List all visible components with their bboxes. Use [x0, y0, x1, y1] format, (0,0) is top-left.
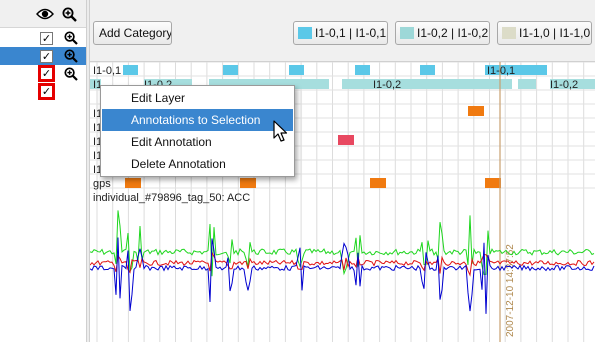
visibility-checkbox[interactable]: ✓	[40, 50, 53, 63]
label-button-i1-0-1[interactable]: I1-0,1 | I1-0,1	[293, 21, 388, 45]
menu-item-edit-layer[interactable]: Edit Layer	[102, 87, 293, 109]
app-window: ✓ ✓ ✓ ✓ Add Category I1-0,1 | I1-0,1 I1-0,2…	[0, 0, 595, 342]
annotation-block	[468, 106, 484, 116]
eye-icon[interactable]	[36, 8, 54, 23]
label-color-swatch	[502, 27, 516, 39]
menu-item-edit-annotation[interactable]: Edit Annotation	[102, 131, 293, 153]
annotation-block	[518, 79, 536, 89]
annotation-block	[485, 178, 501, 188]
layer-row[interactable]: ✓	[0, 47, 86, 65]
label-button-i1-1-0[interactable]: I1-1,0 | I1-1,0	[497, 21, 592, 45]
menu-item-annotations-to-selection[interactable]: Annotations to Selection	[102, 109, 293, 131]
annotation-block	[370, 178, 386, 188]
layer-row[interactable]: ✓	[0, 65, 86, 83]
zoom-in-icon[interactable]	[62, 7, 77, 25]
visibility-checkbox[interactable]: ✓	[38, 83, 55, 100]
annotation-block	[342, 79, 370, 89]
label-button-i1-0-2[interactable]: I1-0,2 | I1-0,2	[395, 21, 490, 45]
signal-track-label: individual_#79896_tag_50: ACC	[93, 192, 251, 204]
annotation-block	[289, 65, 304, 75]
segment-label: I1-0,1	[487, 65, 516, 77]
mouse-pointer-icon	[273, 120, 289, 147]
annotation-block	[223, 65, 238, 75]
segment-label: I1-0,2	[550, 79, 579, 91]
menu-item-delete-annotation[interactable]: Delete Annotation	[102, 153, 293, 175]
segment-label: I1-0,2	[373, 79, 402, 91]
label-color-swatch	[298, 27, 312, 39]
layer-panel: ✓ ✓ ✓ ✓	[0, 0, 86, 342]
track-label: I1-0,1	[93, 65, 122, 77]
annotation-block	[420, 65, 435, 75]
context-menu: Edit Layer Annotations to Selection Edit…	[100, 85, 295, 177]
layer-row[interactable]: ✓	[0, 29, 86, 47]
annotation-block	[125, 178, 141, 188]
annotation-block	[338, 135, 354, 145]
visibility-checkbox[interactable]: ✓	[38, 65, 55, 82]
label-color-swatch	[400, 27, 414, 39]
label-button-text: I1-0,1 | I1-0,1	[315, 26, 387, 40]
zoom-in-icon[interactable]	[64, 67, 78, 84]
visibility-checkbox[interactable]: ✓	[40, 32, 53, 45]
zoom-in-icon[interactable]	[64, 31, 78, 48]
annotation-block	[355, 65, 370, 75]
timestamp-label: 2007-12-10 14:37:52	[505, 244, 516, 337]
add-category-button[interactable]: Add Category	[93, 21, 172, 45]
zoom-in-icon[interactable]	[64, 49, 78, 66]
layer-panel-header	[0, 0, 86, 28]
track-label: gps	[93, 178, 111, 190]
layer-row[interactable]: ✓	[0, 83, 86, 101]
acc-z-line	[90, 237, 595, 314]
label-toolbar: Add Category I1-0,1 | I1-0,1 I1-0,2 | I1…	[90, 0, 595, 62]
annotation-block	[123, 65, 138, 75]
label-button-text: I1-1,0 | I1-1,0	[519, 26, 591, 40]
annotation-block	[240, 178, 256, 188]
label-button-text: I1-0,2 | I1-0,2	[417, 26, 489, 40]
